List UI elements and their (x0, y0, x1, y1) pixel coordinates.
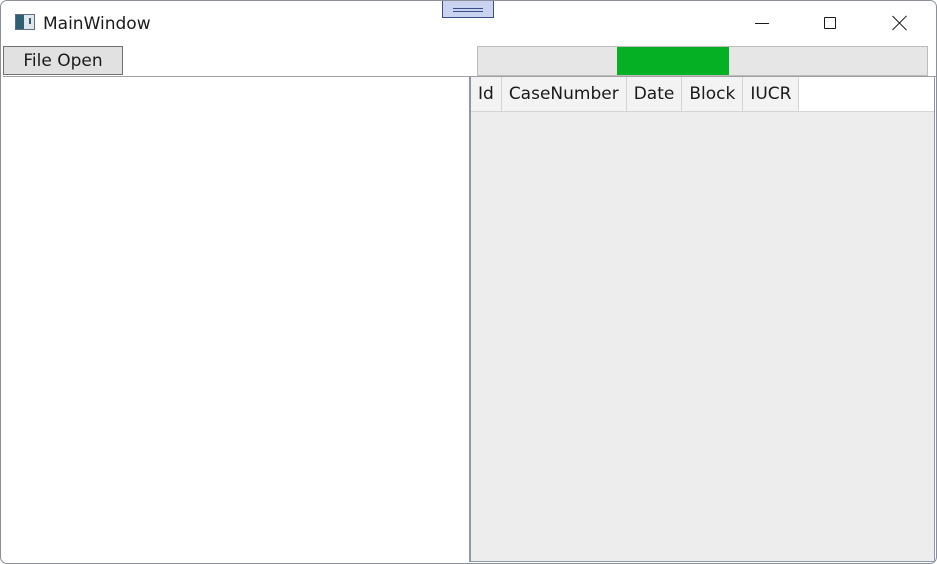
drag-handle-grip-icon[interactable] (442, 1, 494, 18)
window-title: MainWindow (43, 14, 151, 34)
maximize-icon (824, 17, 836, 29)
column-header-filler (799, 77, 934, 111)
data-grid[interactable]: Id CaseNumber Date Block IUCR (471, 77, 935, 562)
progress-bar (477, 46, 928, 76)
minimize-icon (755, 22, 769, 24)
column-header-case-number[interactable]: CaseNumber (501, 77, 627, 111)
minimize-button[interactable] (727, 1, 797, 45)
column-header-iucr[interactable]: IUCR (743, 77, 800, 111)
file-open-button[interactable]: File Open (3, 46, 123, 75)
grid-header-row: Id CaseNumber Date Block IUCR (471, 77, 934, 112)
left-pane (3, 77, 469, 562)
column-header-date[interactable]: Date (626, 77, 683, 111)
main-window: MainWindow File Open Id CaseNumber Date … (0, 0, 937, 564)
progress-indicator (617, 47, 730, 75)
column-header-block[interactable]: Block (682, 77, 744, 111)
maximize-button[interactable] (795, 1, 865, 45)
close-button[interactable] (865, 1, 935, 45)
app-window-icon (15, 14, 35, 30)
close-icon (892, 15, 908, 31)
column-header-id[interactable]: Id (471, 77, 502, 111)
